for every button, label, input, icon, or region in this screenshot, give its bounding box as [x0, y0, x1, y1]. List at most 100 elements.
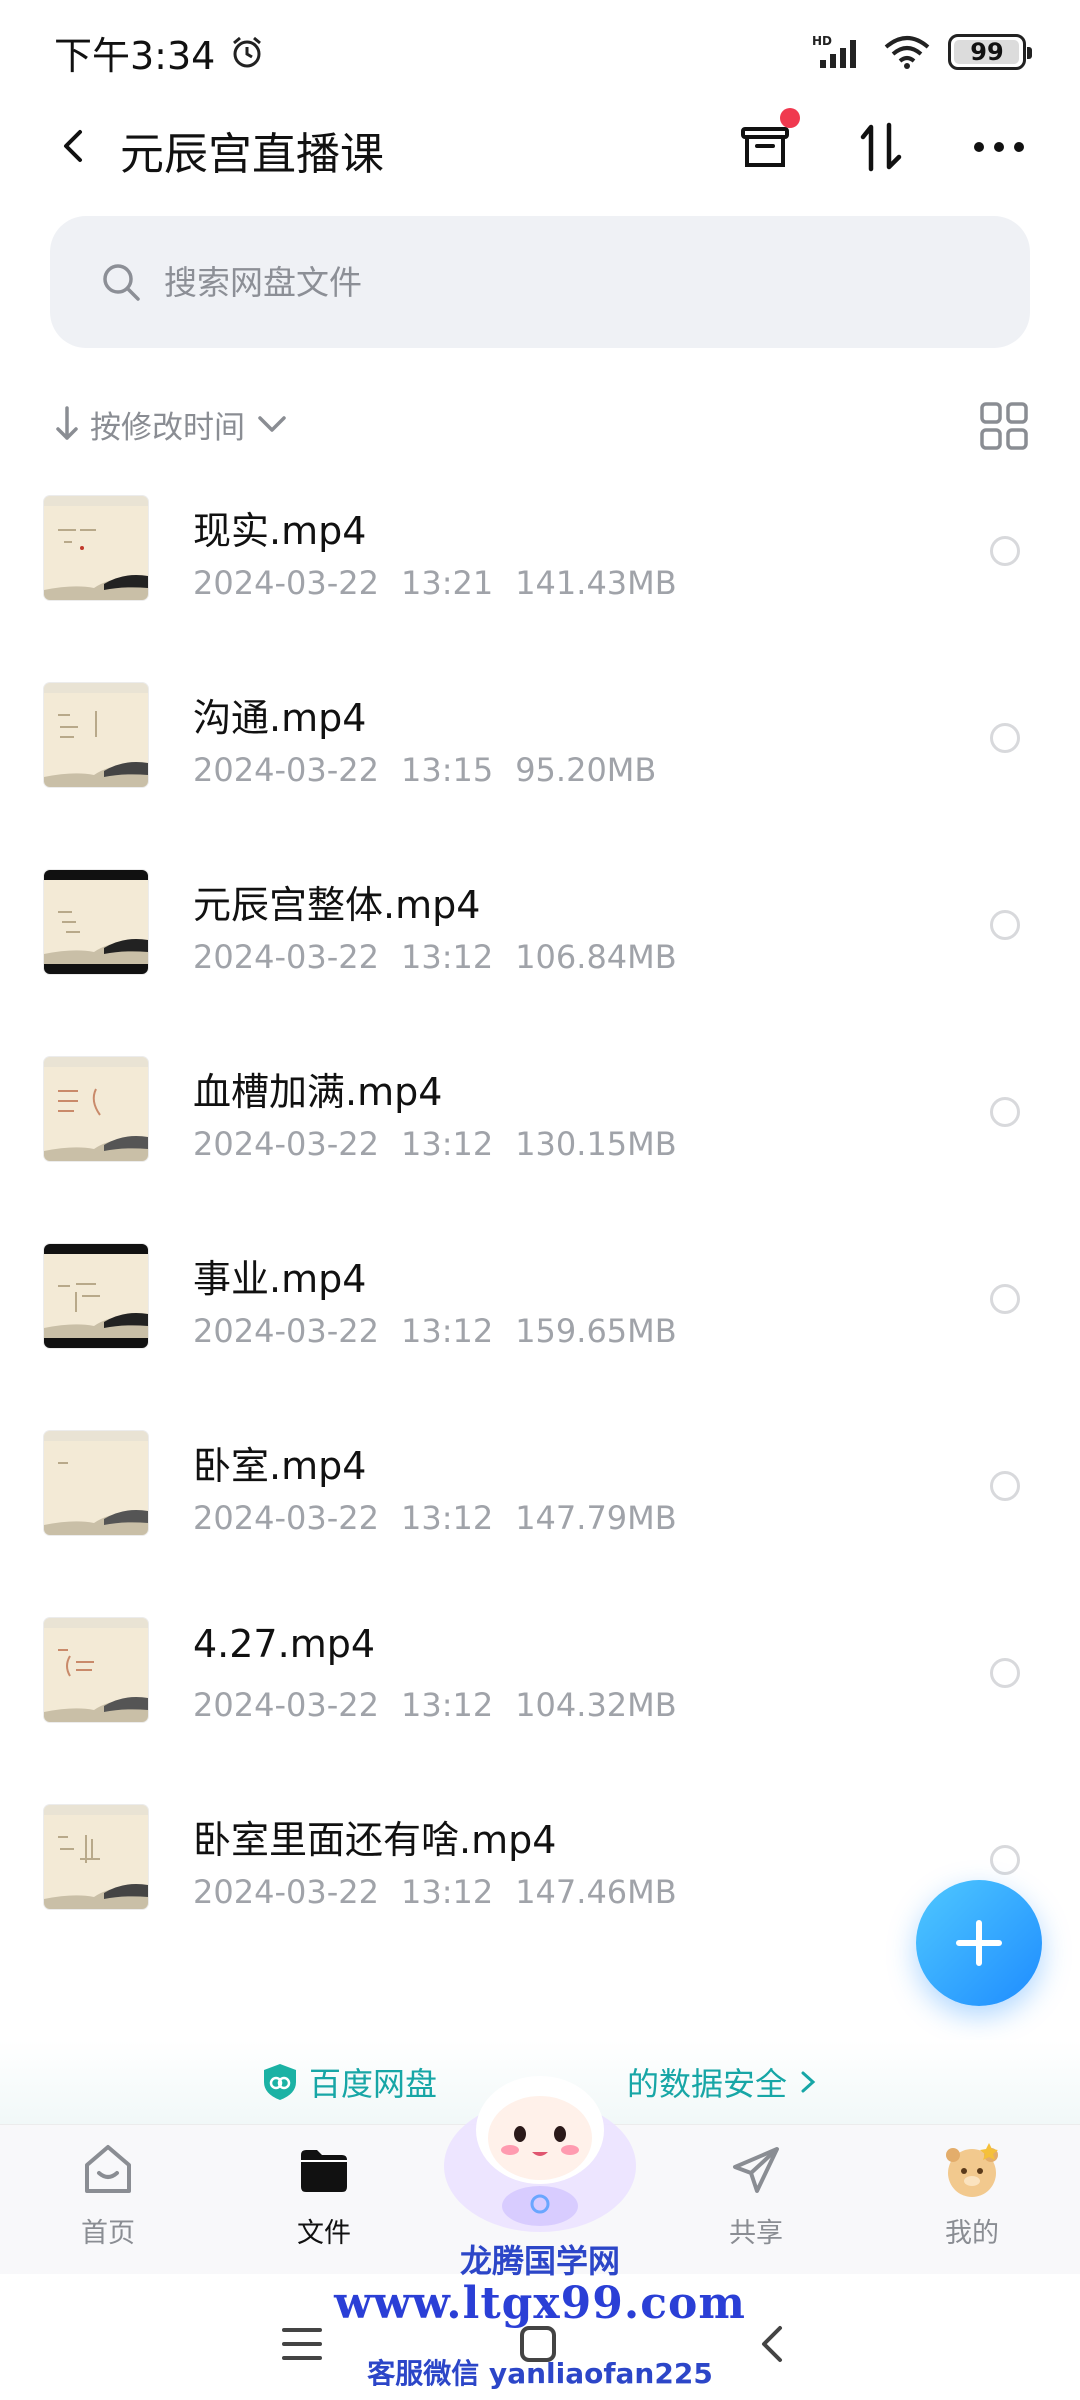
file-date: 2024-03-22: [193, 564, 379, 602]
select-radio[interactable]: [990, 1658, 1020, 1688]
search-icon: [103, 264, 140, 301]
add-button[interactable]: [916, 1880, 1042, 2006]
transfer-list-button[interactable]: [730, 108, 800, 182]
page-title: 元辰宫直播课: [120, 129, 384, 180]
grid-view-icon[interactable]: [978, 400, 1030, 452]
file-name: 卧室.mp4: [193, 1444, 367, 1488]
battery-text: 99: [970, 38, 1004, 66]
file-meta: 2024-03-22 13:12 106.84MB: [193, 938, 699, 976]
file-name: 现实.mp4: [193, 509, 367, 553]
security-text-right: 的数据安全: [627, 2065, 788, 2103]
file-size: 106.84MB: [515, 938, 677, 976]
file-name: 事业.mp4: [193, 1257, 367, 1301]
file-meta: 2024-03-22 13:15 95.20MB: [193, 751, 678, 789]
plus-icon: [956, 1920, 1002, 1966]
recents-button[interactable]: [272, 2314, 332, 2374]
file-name: 卧室里面还有啥.mp4: [193, 1818, 557, 1862]
file-row[interactable]: 卧室.mp4 2024-03-22 13:12 147.79MB: [0, 1395, 1080, 1582]
status-bar: 下午3:34 HD 99: [0, 0, 1080, 104]
video-thumbnail: [44, 1805, 148, 1909]
share-icon: [733, 2147, 779, 2193]
more-dots-icon: [974, 142, 1024, 152]
sort-selector[interactable]: 按修改时间: [54, 396, 289, 452]
video-thumbnail: [44, 496, 148, 600]
file-name: 血槽加满.mp4: [193, 1070, 443, 1114]
file-time: 13:12: [400, 1873, 494, 1911]
system-nav-bar: [0, 2274, 1080, 2400]
file-size: 147.79MB: [515, 1499, 677, 1537]
file-list: 现实.mp4 2024-03-22 13:21 141.43MB 沟通.mp4 20…: [0, 460, 1080, 1956]
file-date: 2024-03-22: [193, 1873, 379, 1911]
file-size: 104.32MB: [515, 1686, 677, 1724]
file-name: 4.27.mp4: [193, 1622, 376, 1666]
file-date: 2024-03-22: [193, 1499, 379, 1537]
file-meta: 2024-03-22 13:12 147.79MB: [193, 1499, 699, 1537]
select-radio[interactable]: [990, 723, 1020, 753]
signal-icon: HD: [812, 34, 856, 68]
video-thumbnail: [44, 1057, 148, 1161]
file-row[interactable]: 现实.mp4 2024-03-22 13:21 141.43MB: [0, 460, 1080, 647]
sort-button[interactable]: [846, 112, 916, 182]
file-meta: 2024-03-22 13:12 104.32MB: [193, 1686, 699, 1724]
select-radio[interactable]: [990, 536, 1020, 566]
select-radio[interactable]: [990, 1097, 1020, 1127]
menu-lines-icon: [282, 2328, 322, 2360]
chevron-right-icon: [801, 2071, 816, 2093]
file-time: 13:12: [400, 1125, 494, 1163]
file-size: 95.20MB: [515, 751, 657, 789]
select-radio[interactable]: [990, 910, 1020, 940]
file-time: 13:12: [400, 1312, 494, 1350]
wifi-icon: [884, 36, 930, 69]
file-row[interactable]: 事业.mp4 2024-03-22 13:12 159.65MB: [0, 1208, 1080, 1395]
select-radio[interactable]: [990, 1284, 1020, 1314]
chevron-left-icon: [762, 2326, 782, 2362]
home-icon: [85, 2145, 131, 2193]
battery-indicator: 99: [948, 34, 1032, 70]
file-name: 沟通.mp4: [193, 696, 367, 740]
more-button[interactable]: [964, 112, 1034, 182]
sort-arrows-icon: [860, 122, 902, 172]
status-icons: HD 99: [812, 34, 1032, 70]
search-input[interactable]: [164, 262, 944, 302]
file-row[interactable]: 4.27.mp4 2024-03-22 13:12 104.32MB: [0, 1582, 1080, 1769]
file-date: 2024-03-22: [193, 938, 379, 976]
file-row[interactable]: 血槽加满.mp4 2024-03-22 13:12 130.15MB: [0, 1021, 1080, 1208]
security-text-left: 百度网盘: [308, 2065, 437, 2103]
file-meta: 2024-03-22 13:12 159.65MB: [193, 1312, 699, 1350]
file-size: 147.46MB: [515, 1873, 677, 1911]
folder-icon: [301, 2150, 347, 2192]
file-date: 2024-03-22: [193, 1312, 379, 1350]
home-system-button[interactable]: [508, 2314, 568, 2374]
file-time: 13:21: [400, 564, 494, 602]
arrow-down-icon: [56, 406, 78, 440]
search-bar[interactable]: [50, 216, 1030, 348]
file-row[interactable]: 沟通.mp4 2024-03-22 13:15 95.20MB: [0, 647, 1080, 834]
back-button[interactable]: [44, 116, 104, 176]
notification-badge: [780, 108, 800, 128]
video-thumbnail: [44, 1618, 148, 1722]
file-time: 13:15: [400, 751, 494, 789]
chevron-down-icon: [258, 416, 286, 432]
file-meta: 2024-03-22 13:12 130.15MB: [193, 1125, 699, 1163]
status-time: 下午3:34: [54, 25, 265, 80]
square-icon: [520, 2326, 556, 2362]
network-type: HD: [812, 34, 832, 48]
back-system-button[interactable]: [742, 2314, 802, 2374]
file-row[interactable]: 元辰宫整体.mp4 2024-03-22 13:12 106.84MB: [0, 834, 1080, 1021]
file-date: 2024-03-22: [193, 1686, 379, 1724]
file-time: 13:12: [400, 1686, 494, 1724]
sort-label: 按修改时间: [90, 409, 245, 446]
video-thumbnail: [44, 1244, 148, 1348]
file-meta: 2024-03-22 13:21 141.43MB: [193, 564, 699, 602]
select-radio[interactable]: [990, 1845, 1020, 1875]
file-date: 2024-03-22: [193, 751, 379, 789]
file-time: 13:12: [400, 1499, 494, 1537]
video-thumbnail: [44, 1431, 148, 1535]
alarm-icon: [233, 36, 262, 68]
profile-avatar: [946, 2143, 998, 2197]
file-size: 159.65MB: [515, 1312, 677, 1350]
select-radio[interactable]: [990, 1471, 1020, 1501]
file-size: 141.43MB: [515, 564, 677, 602]
mascot-icon[interactable]: [440, 2068, 640, 2238]
file-date: 2024-03-22: [193, 1125, 379, 1163]
